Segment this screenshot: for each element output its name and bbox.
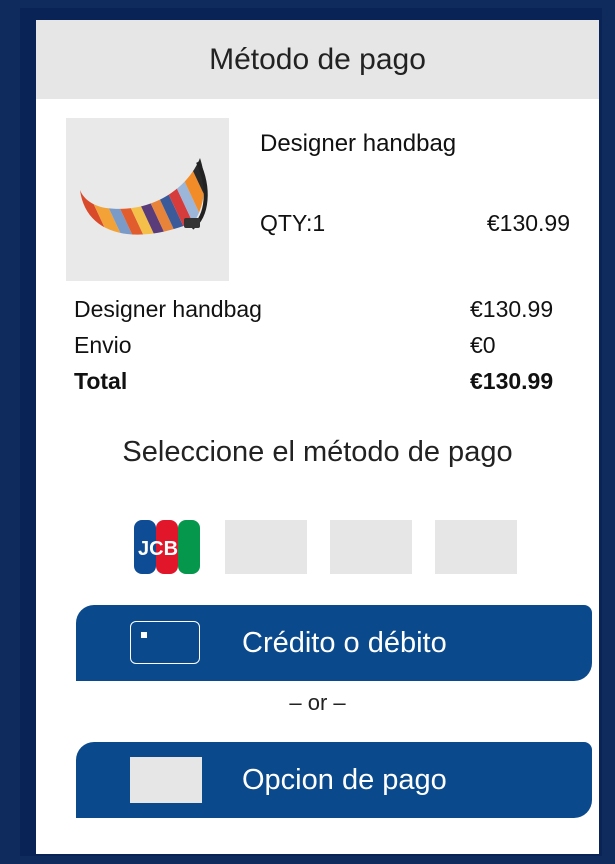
payment-option-label: Opcion de pago <box>242 763 447 796</box>
payment-method-placeholder[interactable] <box>435 520 517 574</box>
jcb-logo-text: JCB <box>138 538 178 560</box>
payment-method-list: JCB <box>132 520 517 574</box>
payment-method-placeholder[interactable] <box>225 520 307 574</box>
summary-label: Envio <box>74 332 132 358</box>
product-qty: QTY:1 <box>260 210 326 236</box>
product-image <box>66 118 229 281</box>
summary-value: €130.99 <box>470 296 554 322</box>
summary-row-shipping: Envio €0 <box>74 332 570 359</box>
or-separator: – or – <box>289 690 346 715</box>
summary-value: €0 <box>470 332 496 358</box>
credit-card-icon <box>130 621 200 664</box>
total-label: Total <box>74 368 128 394</box>
summary-row-item: Designer handbag €130.99 <box>74 296 570 323</box>
summary-row-total: Total €130.99 <box>74 368 570 395</box>
card-chip-icon <box>141 632 147 638</box>
jcb-method[interactable]: JCB <box>132 520 202 574</box>
total-value: €130.99 <box>470 368 554 394</box>
payment-panel: Método de pago Designer handbag QTY:1 €1… <box>36 20 599 854</box>
credit-debit-label: Crédito o débito <box>242 626 447 659</box>
select-method-title: Seleccione el método de pago <box>122 436 513 468</box>
payment-option-icon <box>130 757 202 803</box>
handbag-image <box>80 158 208 235</box>
product-price: €130.99 <box>486 210 570 236</box>
credit-debit-button[interactable]: Crédito o débito <box>76 605 592 681</box>
summary-label: Designer handbag <box>74 296 262 322</box>
product-name: Designer handbag <box>260 130 457 157</box>
payment-option-button[interactable]: Opcion de pago <box>76 742 592 818</box>
page-title: Método de pago <box>36 20 599 99</box>
payment-method-placeholder[interactable] <box>330 520 412 574</box>
jcb-logo-icon: JCB <box>134 520 200 574</box>
